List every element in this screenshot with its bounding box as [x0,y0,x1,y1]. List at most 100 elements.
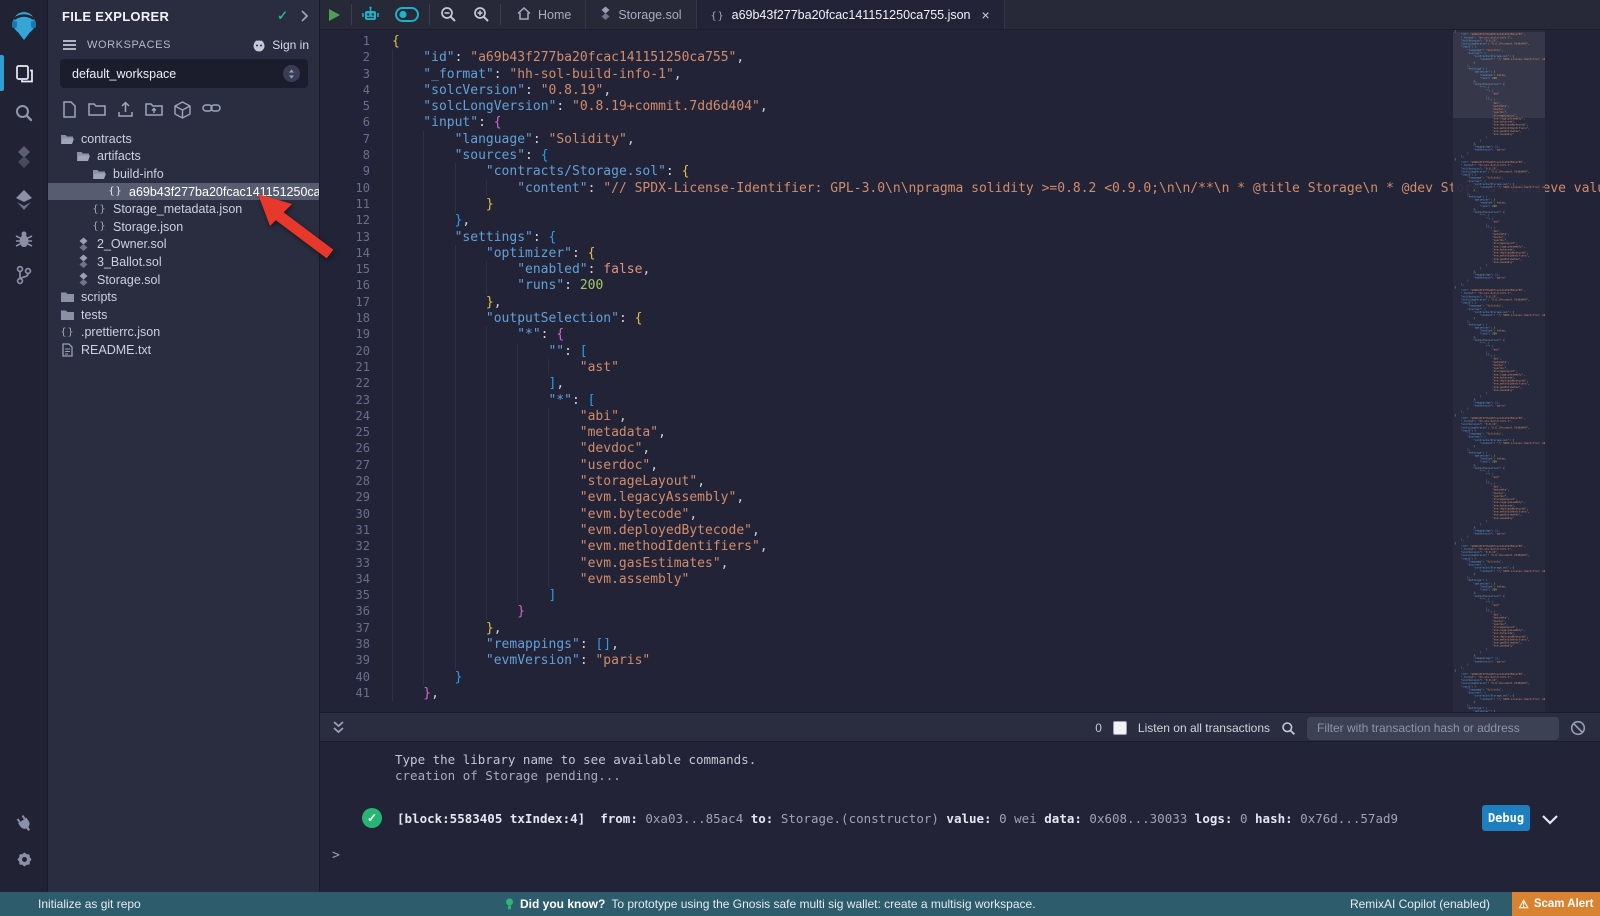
file-tree: contractsartifactsbuild-info{}a69b43f277… [48,130,319,359]
workspace-select[interactable]: default_workspace [60,59,308,88]
tree-item-build-info[interactable]: build-info [48,165,319,183]
transaction-count: 0 [1095,721,1102,735]
minimap[interactable]: { "id": "a69b43f277ba20fcac141151250ca75… [1453,30,1545,712]
code-line-24: 24"abi", [320,408,1600,424]
plugin-manager-icon[interactable] [0,806,48,840]
terminal-prompt[interactable]: > [332,848,340,863]
transaction-filter-input[interactable] [1307,717,1559,740]
upload-folder-icon[interactable] [145,101,163,124]
terminal-collapse-icon[interactable] [332,720,345,740]
tx-expand-chevron-icon[interactable] [1542,810,1558,829]
new-file-icon[interactable] [62,101,77,124]
copilot-status[interactable]: RemixAI Copilot (enabled) [1350,892,1490,916]
code-line-17: 17}, [320,294,1600,310]
code-line-18: 18"outputSelection": { [320,310,1600,326]
did-you-know-tip: Did you know? To prototype using the Gno… [505,892,1036,916]
lightbulb-icon [505,898,514,911]
file-explorer-panel: FILE EXPLORER ✓ WORKSPACES Sign in defau… [48,0,320,892]
zoom-out-icon[interactable] [432,0,465,29]
ai-copilot-robot-icon[interactable] [354,0,387,29]
deploy-run-icon[interactable] [0,183,48,217]
tab-Home[interactable]: Home [503,0,586,29]
tab-Storage.sol[interactable]: Storage.sol [586,0,696,29]
upload-file-icon[interactable] [117,101,134,124]
tree-item-storage-json[interactable]: {} Storage.json [48,218,319,236]
transaction-row[interactable]: ✓ [block:5583405 txIndex:4] from: 0xa03.… [362,808,1398,828]
run-script-button[interactable] [320,0,349,29]
tree-item-label: artifacts [97,149,141,163]
tree-item-2-owner-sol[interactable]: 2_Owner.sol [48,236,319,254]
library-cube-icon[interactable] [174,101,191,124]
scam-alert-badge[interactable]: ⚠ Scam Alert [1512,892,1600,916]
tree-item-readme-txt[interactable]: README.txt [48,341,319,359]
tab-label: a69b43f277ba20fcac141151250ca755.json [732,8,971,22]
json-icon: {} [92,221,107,232]
minimap-content: { "id": "a69b43f277ba20fcac141151250ca75… [1453,30,1545,712]
code-line-12: 12}, [320,212,1600,228]
code-line-41: 41}, [320,685,1600,701]
tree-item-label: scripts [81,290,117,304]
tree-item-label: 3_Ballot.sol [97,255,162,269]
code-line-35: 35] [320,587,1600,603]
debug-button[interactable]: Debug [1482,805,1530,831]
clear-console-icon[interactable] [1570,720,1586,736]
search-icon[interactable] [0,96,48,130]
terminal-log-line: creation of Storage pending... [395,768,1600,784]
debugger-icon[interactable] [0,222,48,256]
code-line-40: 40} [320,669,1600,685]
tree-item-label: Storage.json [113,220,183,234]
folder-open-icon [92,168,107,180]
tree-item-scripts[interactable]: scripts [48,288,319,306]
tx-summary: [block:5583405 txIndex:4] from: 0xa03...… [397,811,1398,826]
folder-open-icon [60,133,75,145]
tree-item-a69b43f277ba20fcac141151250ca7-[interactable]: {}a69b43f277ba20fcac141151250ca7... [48,183,319,201]
tree-item-label: a69b43f277ba20fcac141151250ca7... [129,185,319,199]
listen-checkbox[interactable] [1113,721,1127,735]
init-git-repo-button[interactable]: Initialize as git repo [38,892,141,916]
tree-item-label: .prettierrc.json [81,325,160,339]
zoom-in-icon[interactable] [465,0,498,29]
tree-item-storage-metadata-json[interactable]: {}Storage_metadata.json [48,200,319,218]
tree-item-label: contracts [81,132,132,146]
link-icon[interactable] [202,101,221,124]
tree-item-contracts[interactable]: contracts [48,130,319,148]
hamburger-menu-icon[interactable] [62,39,77,51]
code-line-36: 36} [320,603,1600,619]
tree-item-artifacts[interactable]: artifacts [48,148,319,166]
sign-in-button[interactable]: Sign in [251,38,309,52]
terminal-search-icon[interactable] [1281,721,1296,736]
home-icon [517,7,531,23]
tree-item-tests[interactable]: tests [48,306,319,324]
github-icon [251,38,267,52]
close-icon[interactable]: × [982,7,990,23]
code-line-19: 19"*": { [320,326,1600,342]
warning-icon: ⚠ [1519,897,1529,911]
solidity-compiler-icon[interactable] [0,140,48,174]
settings-gear-icon[interactable] [0,842,48,876]
code-editor[interactable]: 1{2"id": "a69b43f277ba20fcac141151250ca7… [320,30,1600,712]
code-line-1: 1{ [320,33,1600,49]
workspaces-row: WORKSPACES Sign in [62,36,309,54]
code-line-31: 31"evm.deployedBytecode", [320,522,1600,538]
json-icon: {} [711,8,725,22]
code-line-34: 34"evm.assembly" [320,571,1600,587]
tree-item-3-ballot-sol[interactable]: 3_Ballot.sol [48,253,319,271]
terminal[interactable]: Type the library name to see available c… [320,742,1600,892]
code-line-20: 20"": [ [320,343,1600,359]
git-icon[interactable] [0,258,48,292]
code-line-38: 38"remappings": [], [320,636,1600,652]
code-line-4: 4"solcVersion": "0.8.19", [320,82,1600,98]
remix-logo-icon[interactable] [0,8,48,44]
file-explorer-icon[interactable] [0,56,48,90]
copilot-toggle[interactable] [387,0,427,29]
code-line-27: 27"userdoc", [320,457,1600,473]
tree-item-storage-sol[interactable]: Storage.sol [48,271,319,289]
editor-area: HomeStorage.sol {} a69b43f277ba20fcac14115… [320,0,1600,892]
tree-item--prettierrc-json[interactable]: {}.prettierrc.json [48,324,319,342]
folder-open-icon [76,150,91,162]
new-folder-icon[interactable] [88,101,106,124]
panel-collapse-chevron-icon[interactable] [300,10,309,22]
tab-a69b43f277ba20fcac141151250ca755.json[interactable]: {} a69b43f277ba20fcac141151250ca755.json × [697,0,1005,29]
tree-item-label: Storage.sol [97,273,160,287]
code-line-32: 32"evm.methodIdentifiers", [320,538,1600,554]
